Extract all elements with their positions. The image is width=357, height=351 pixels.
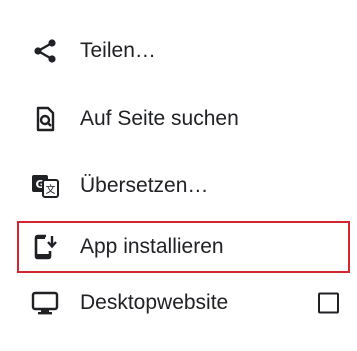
desktop-icon: [30, 288, 60, 318]
menu-item-label: Teilen…: [80, 39, 156, 62]
menu-item-share[interactable]: Teilen…: [0, 23, 357, 79]
find-in-page-icon: [30, 104, 60, 134]
share-icon: [30, 36, 60, 66]
menu-item-desktop-site[interactable]: Desktopwebsite: [0, 275, 357, 331]
menu-item-translate[interactable]: G 文 Übersetzen…: [0, 158, 357, 214]
svg-text:文: 文: [46, 183, 56, 196]
desktop-site-checkbox[interactable]: [318, 292, 339, 314]
overflow-menu: Teilen… Auf Seite suchen G 文 Übersetzen…: [0, 0, 357, 351]
menu-item-find-in-page[interactable]: Auf Seite suchen: [0, 91, 357, 147]
menu-item-label: Übersetzen…: [80, 174, 209, 197]
menu-item-label: Desktopwebsite: [80, 291, 229, 314]
translate-icon: G 文: [30, 171, 60, 201]
menu-item-label: Auf Seite suchen: [80, 107, 239, 130]
highlight-box: [17, 221, 350, 273]
